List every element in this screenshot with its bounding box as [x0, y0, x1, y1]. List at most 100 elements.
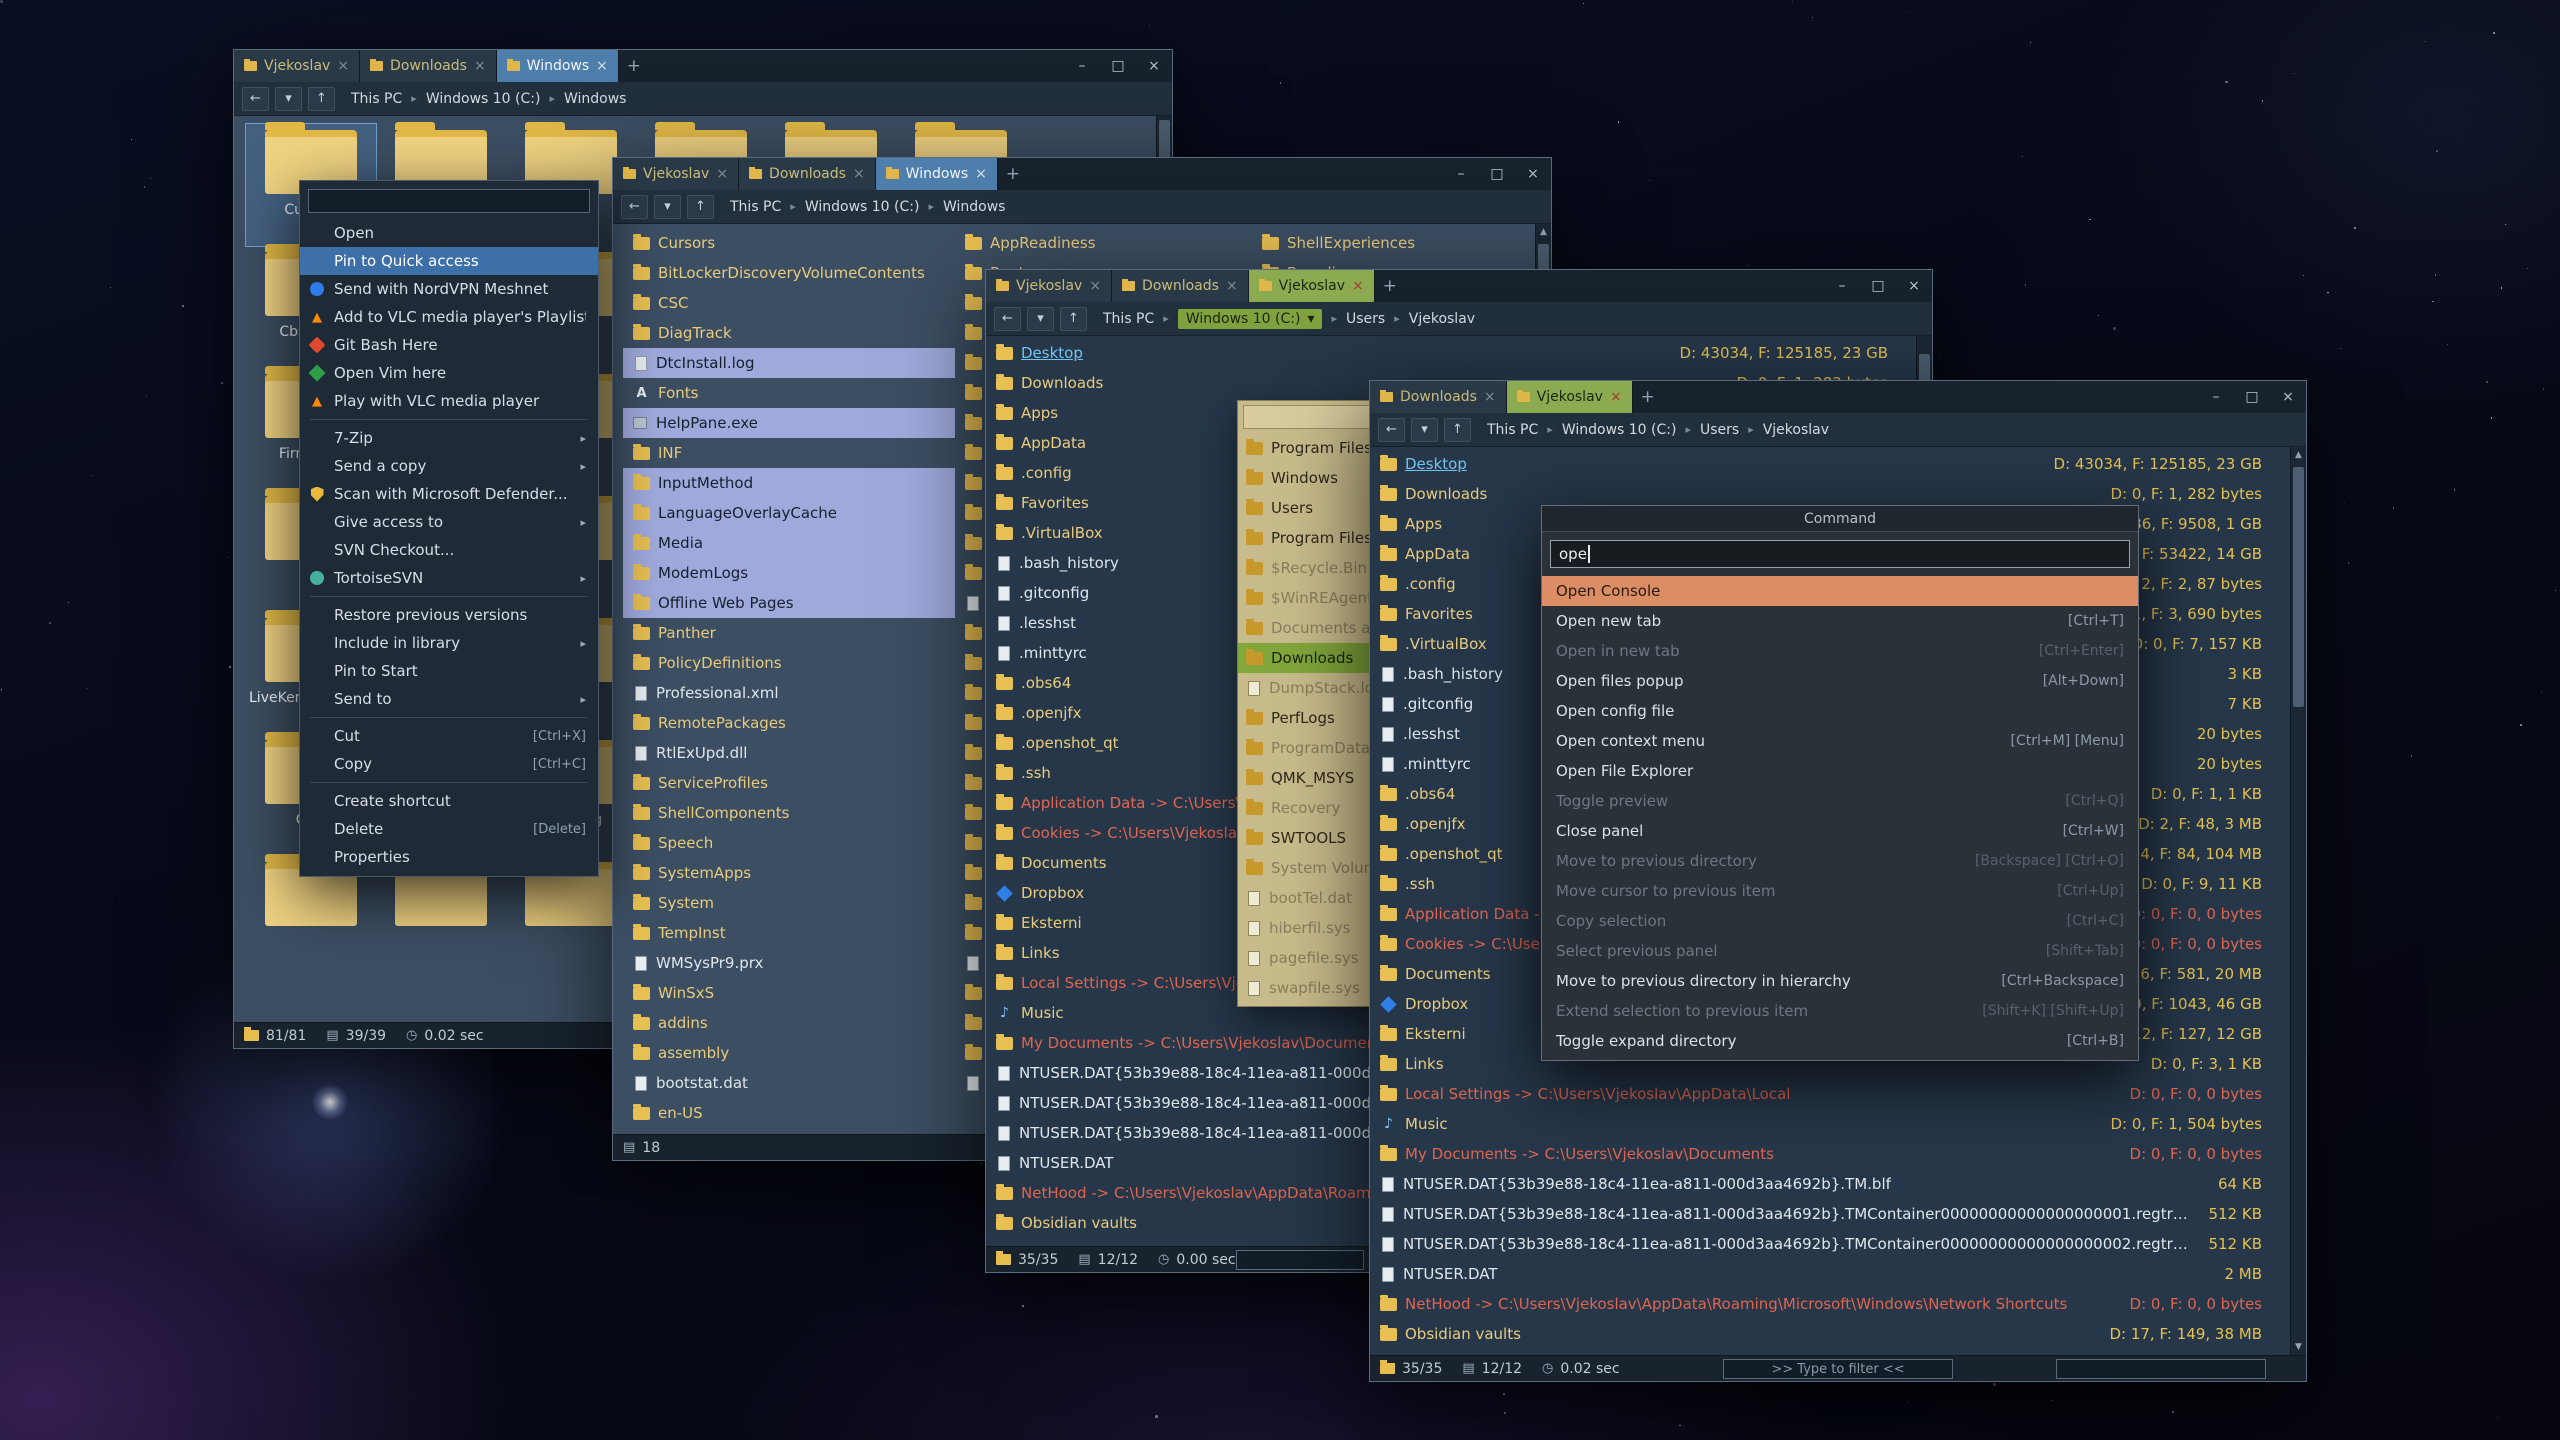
- menu-item[interactable]: Open: [300, 219, 598, 247]
- titlebar[interactable]: Downloads×Vjekoslav×+ – □ ×: [1370, 381, 2306, 413]
- breadcrumb-segment[interactable]: Vjekoslav: [1763, 422, 1829, 438]
- close-button[interactable]: ×: [1515, 158, 1551, 190]
- menu-item[interactable]: SVN Checkout...: [300, 536, 598, 564]
- breadcrumb-segment[interactable]: This PC: [1487, 422, 1538, 438]
- command-item[interactable]: Open files popup[Alt+Down]: [1542, 666, 2138, 696]
- close-icon[interactable]: ×: [474, 58, 486, 74]
- file-row[interactable]: bootstat.dat: [623, 1068, 955, 1098]
- up-button[interactable]: ↑: [1444, 418, 1471, 442]
- file-row[interactable]: ModemLogs: [623, 558, 955, 588]
- close-icon[interactable]: ×: [716, 166, 728, 182]
- tab-downloads[interactable]: Downloads×: [1112, 270, 1249, 302]
- menu-item[interactable]: Delete[Delete]: [300, 815, 598, 843]
- file-row[interactable]: DesktopD: 43034, F: 125185, 23 GB: [1370, 449, 2306, 479]
- close-button[interactable]: ×: [2270, 381, 2306, 413]
- menu-item[interactable]: ▲Add to VLC media player's Playlist: [300, 303, 598, 331]
- minimize-button[interactable]: –: [1443, 158, 1479, 190]
- menu-item[interactable]: Send a copy▸: [300, 452, 598, 480]
- file-row[interactable]: System: [623, 888, 955, 918]
- breadcrumb-segment[interactable]: This PC: [351, 91, 402, 107]
- file-row[interactable]: Professional.xml: [623, 678, 955, 708]
- file-row[interactable]: assembly: [623, 1038, 955, 1068]
- titlebar[interactable]: Vjekoslav×Downloads×Windows×+ – □ ×: [234, 50, 1172, 82]
- context-filter-input[interactable]: [308, 189, 590, 213]
- file-row[interactable]: NTUSER.DAT{53b39e88-18c4-11ea-a811-000d3…: [1370, 1199, 2306, 1229]
- file-row[interactable]: Panther: [623, 618, 955, 648]
- close-icon[interactable]: ×: [975, 166, 987, 182]
- back-button[interactable]: ←: [242, 87, 269, 111]
- file-row[interactable]: RtlExUpd.dll: [623, 738, 955, 768]
- maximize-button[interactable]: □: [1860, 270, 1896, 302]
- file-row[interactable]: Cursors: [623, 228, 955, 258]
- menu-item[interactable]: TortoiseSVN▸: [300, 564, 598, 592]
- close-icon[interactable]: ×: [1610, 389, 1622, 405]
- new-tab-button[interactable]: +: [998, 158, 1028, 190]
- file-row[interactable]: BitLockerDiscoveryVolumeContents: [623, 258, 955, 288]
- menu-item[interactable]: 7-Zip▸: [300, 424, 598, 452]
- tab-vjekoslav[interactable]: Vjekoslav×: [613, 158, 739, 190]
- file-row[interactable]: DesktopD: 43034, F: 125185, 23 GB: [986, 338, 1932, 368]
- close-icon[interactable]: ×: [1352, 278, 1364, 294]
- maximize-button[interactable]: □: [1100, 50, 1136, 82]
- tab-vjekoslav[interactable]: Vjekoslav×: [986, 270, 1112, 302]
- menu-item[interactable]: Open Vim here: [300, 359, 598, 387]
- menu-item[interactable]: Pin to Start: [300, 657, 598, 685]
- command-item[interactable]: Open config file: [1542, 696, 2138, 726]
- command-item[interactable]: Close panel[Ctrl+W]: [1542, 816, 2138, 846]
- titlebar[interactable]: Vjekoslav×Downloads×Windows×+ – □ ×: [613, 158, 1551, 190]
- breadcrumb-segment[interactable]: Windows: [943, 199, 1006, 215]
- breadcrumb-segment[interactable]: Windows 10 (C:) ▾: [1178, 309, 1323, 329]
- menu-item[interactable]: Send with NordVPN Meshnet: [300, 275, 598, 303]
- command-item[interactable]: Select previous panel[Shift+Tab]: [1542, 936, 2138, 966]
- menu-item[interactable]: Send to▸: [300, 685, 598, 713]
- history-dropdown-button[interactable]: ▾: [1411, 418, 1438, 442]
- file-row[interactable]: en-US: [623, 1098, 955, 1128]
- scroll-up-icon[interactable]: ▲: [2291, 447, 2306, 463]
- up-button[interactable]: ↑: [687, 195, 714, 219]
- tab-vjekoslav[interactable]: Vjekoslav×: [1249, 270, 1375, 302]
- file-row[interactable]: INF: [623, 438, 955, 468]
- tab-windows[interactable]: Windows×: [876, 158, 998, 190]
- scrollbar-thumb[interactable]: [2293, 467, 2304, 707]
- history-dropdown-button[interactable]: ▾: [275, 87, 302, 111]
- command-item[interactable]: Toggle preview[Ctrl+Q]: [1542, 786, 2138, 816]
- menu-item[interactable]: ▲Play with VLC media player: [300, 387, 598, 415]
- tab-windows[interactable]: Windows×: [497, 50, 619, 82]
- command-item[interactable]: Move cursor to previous item[Ctrl+Up]: [1542, 876, 2138, 906]
- minimize-button[interactable]: –: [2198, 381, 2234, 413]
- command-item[interactable]: Open File Explorer: [1542, 756, 2138, 786]
- menu-item[interactable]: Git Bash Here: [300, 331, 598, 359]
- file-row[interactable]: TempInst: [623, 918, 955, 948]
- file-row[interactable]: WMSysPr9.prx: [623, 948, 955, 978]
- file-row[interactable]: WinSxS: [623, 978, 955, 1008]
- menu-item[interactable]: Cut[Ctrl+X]: [300, 722, 598, 750]
- new-tab-button[interactable]: +: [619, 50, 649, 82]
- breadcrumb-segment[interactable]: Vjekoslav: [1409, 311, 1475, 327]
- menu-item[interactable]: Create shortcut: [300, 787, 598, 815]
- back-button[interactable]: ←: [1378, 418, 1405, 442]
- up-button[interactable]: ↑: [1060, 307, 1087, 331]
- file-row[interactable]: InputMethod: [623, 468, 955, 498]
- file-row[interactable]: Obsidian vaultsD: 17, F: 149, 38 MB: [1370, 1319, 2306, 1349]
- command-item[interactable]: Open new tab[Ctrl+T]: [1542, 606, 2138, 636]
- up-button[interactable]: ↑: [308, 87, 335, 111]
- file-row[interactable]: addins: [623, 1008, 955, 1038]
- file-row[interactable]: DiagTrack: [623, 318, 955, 348]
- menu-item[interactable]: Restore previous versions: [300, 601, 598, 629]
- close-icon[interactable]: ×: [1226, 278, 1238, 294]
- breadcrumb-segment[interactable]: This PC: [730, 199, 781, 215]
- scroll-down-icon[interactable]: ▼: [2291, 1339, 2306, 1355]
- scroll-up-icon[interactable]: ▲: [1536, 224, 1551, 240]
- file-row[interactable]: LanguageOverlayCache: [623, 498, 955, 528]
- breadcrumb-segment[interactable]: Users: [1346, 311, 1385, 327]
- maximize-button[interactable]: □: [1479, 158, 1515, 190]
- history-dropdown-button[interactable]: ▾: [654, 195, 681, 219]
- breadcrumb-segment[interactable]: Windows 10 (C:): [805, 199, 920, 215]
- file-row[interactable]: ShellExperiences: [1252, 228, 1542, 258]
- command-item[interactable]: Open context menu[Ctrl+M] [Menu]: [1542, 726, 2138, 756]
- tab-downloads[interactable]: Downloads×: [739, 158, 876, 190]
- tab-downloads[interactable]: Downloads×: [1370, 381, 1507, 413]
- menu-item[interactable]: Properties: [300, 843, 598, 871]
- command-item[interactable]: Move to previous directory in hierarchy[…: [1542, 966, 2138, 996]
- file-row[interactable]: DtcInstall.log: [623, 348, 955, 378]
